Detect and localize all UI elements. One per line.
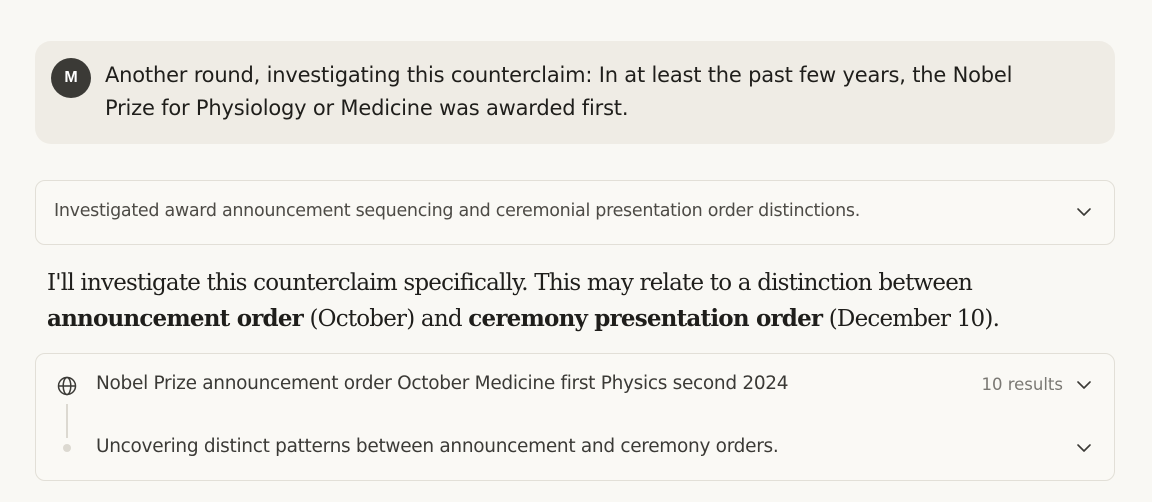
chevron-down-icon[interactable]	[1075, 376, 1093, 394]
user-message-bubble: M Another round, investigating this coun…	[35, 41, 1115, 144]
results-count[interactable]: 10 results	[981, 375, 1063, 394]
assistant-bold-term: ceremony presentation order	[468, 305, 823, 332]
thinking-summary-toggle[interactable]: Investigated award announcement sequenci…	[35, 180, 1115, 245]
assistant-text-part: I'll investigate this counterclaim speci…	[47, 270, 973, 296]
chevron-down-icon[interactable]	[1075, 439, 1093, 457]
timeline-dot	[63, 444, 71, 452]
chevron-down-icon[interactable]	[1075, 203, 1093, 221]
assistant-text-part: (December 10).	[822, 306, 1000, 332]
assistant-bold-term: announcement order	[47, 305, 304, 332]
timeline-connector	[66, 404, 68, 438]
assistant-message: I'll investigate this counterclaim speci…	[47, 265, 1107, 337]
search-query-text[interactable]: Nobel Prize announcement order October M…	[96, 373, 789, 394]
thinking-summary-text: Investigated award announcement sequenci…	[54, 201, 860, 221]
user-avatar[interactable]: M	[51, 58, 91, 98]
tool-use-panel: Nobel Prize announcement order October M…	[35, 353, 1115, 481]
user-message-text: Another round, investigating this counte…	[105, 63, 1013, 120]
step-status-text[interactable]: Uncovering distinct patterns between ann…	[96, 436, 779, 457]
globe-icon	[57, 376, 77, 396]
assistant-text-part: (October) and	[303, 306, 469, 332]
